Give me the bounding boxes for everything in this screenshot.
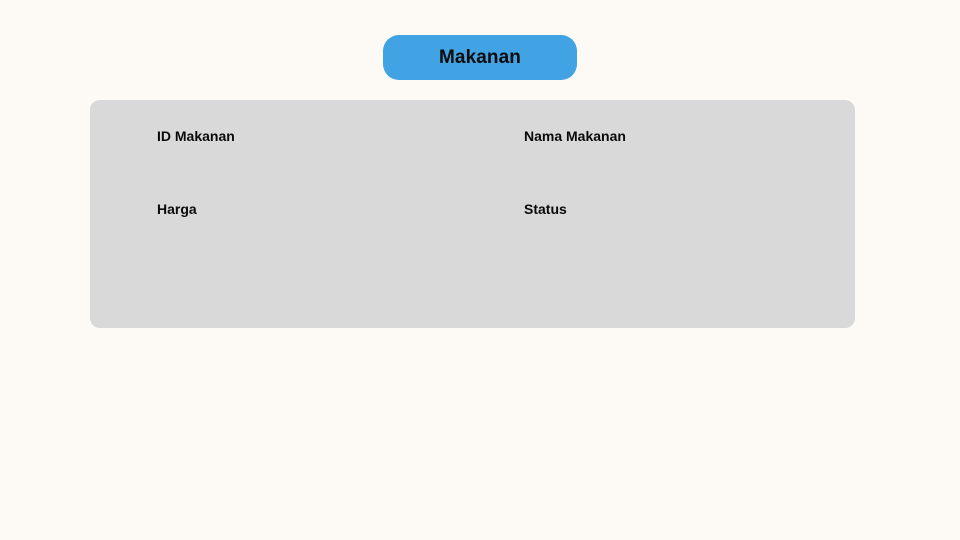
field-label-status: Status	[524, 201, 567, 217]
page-title: Makanan	[438, 46, 521, 68]
field-label-id-makanan: ID Makanan	[157, 128, 235, 144]
field-label-nama-makanan: Nama Makanan	[524, 128, 626, 144]
details-panel: ID Makanan Nama Makanan Harga Status	[90, 100, 855, 328]
field-label-harga: Harga	[157, 201, 197, 217]
page-title-pill: Makanan	[383, 35, 577, 80]
